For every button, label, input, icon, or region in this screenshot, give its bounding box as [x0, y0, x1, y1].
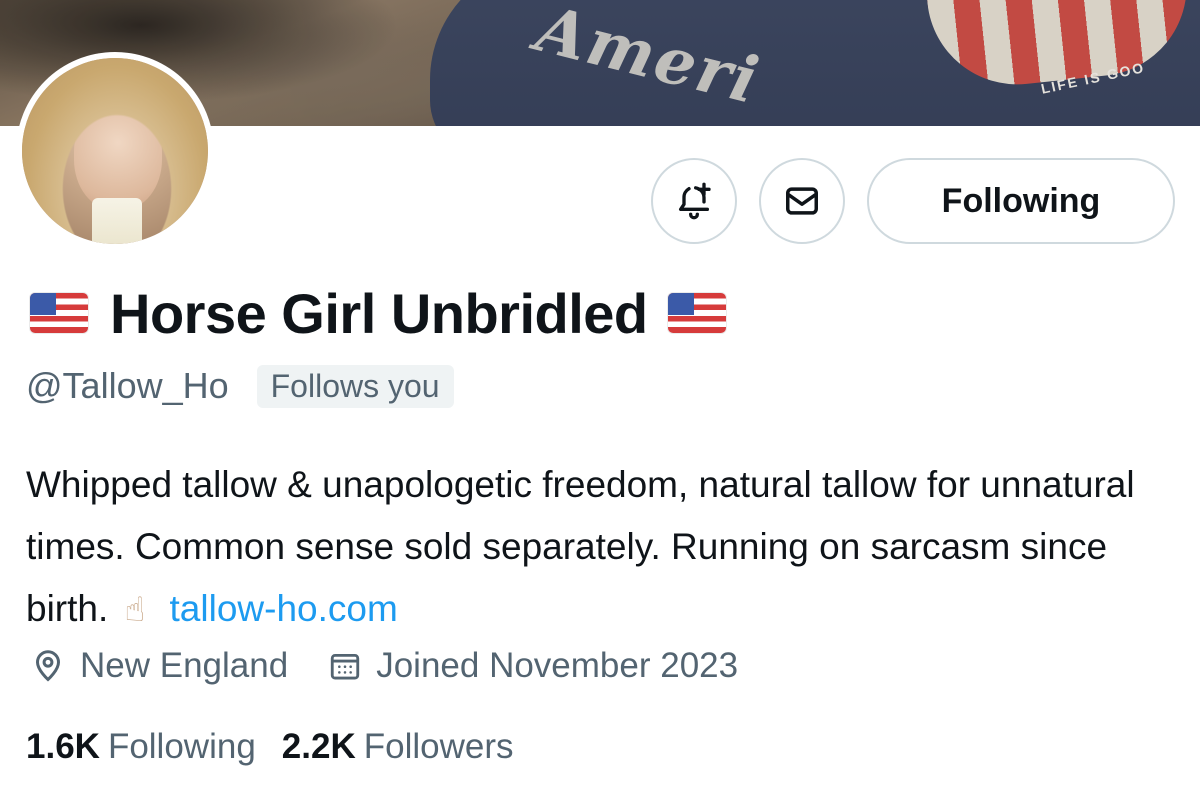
us-flag-icon [30, 293, 88, 333]
middle-finger-emoji-icon: ☝ [124, 591, 146, 629]
profile-meta: New England Joined November 2023 [30, 642, 778, 690]
location-item: New England [30, 646, 288, 686]
calendar-icon [331, 653, 360, 680]
followers-stat-link[interactable]: 2.2K Followers [282, 727, 514, 767]
notify-button[interactable] [651, 158, 737, 244]
follow-stats: 1.6K Following 2.2K Followers [26, 722, 540, 772]
bell-plus-icon [679, 182, 711, 220]
user-handle: @Tallow_Ho [26, 365, 229, 406]
avatar[interactable] [16, 52, 214, 250]
us-flag-icon [667, 293, 726, 333]
profile-page: Ameri LIFE IS GOO Following Horse Girl U… [0, 0, 1200, 800]
followers-count: 2.2K [281, 727, 356, 766]
avatar-photo [22, 58, 208, 244]
envelope-icon [786, 187, 818, 215]
profile-bio: Whipped tallow & unapologetic freedom, n… [26, 454, 1176, 641]
bio-website-link[interactable]: tallow-ho.com [170, 588, 398, 629]
joined-item: Joined November 2023 [328, 646, 738, 686]
follows-you-badge: Follows you [256, 364, 454, 408]
joined-date-text: Joined November 2023 [376, 646, 739, 685]
following-button[interactable]: Following [867, 158, 1175, 244]
location-text: New England [80, 646, 289, 685]
location-pin-icon [35, 650, 61, 682]
following-count: 1.6K [26, 727, 100, 766]
following-stat-link[interactable]: 1.6K Following [26, 727, 256, 767]
avatar-glass [92, 198, 142, 244]
display-name-row: Horse Girl Unbridled [30, 280, 726, 346]
following-label: Following [107, 727, 256, 766]
handle-row: @Tallow_Ho Follows you [26, 362, 454, 410]
display-name: Horse Girl Unbridled [110, 281, 648, 345]
followers-label: Followers [363, 727, 514, 766]
message-button[interactable] [759, 158, 845, 244]
